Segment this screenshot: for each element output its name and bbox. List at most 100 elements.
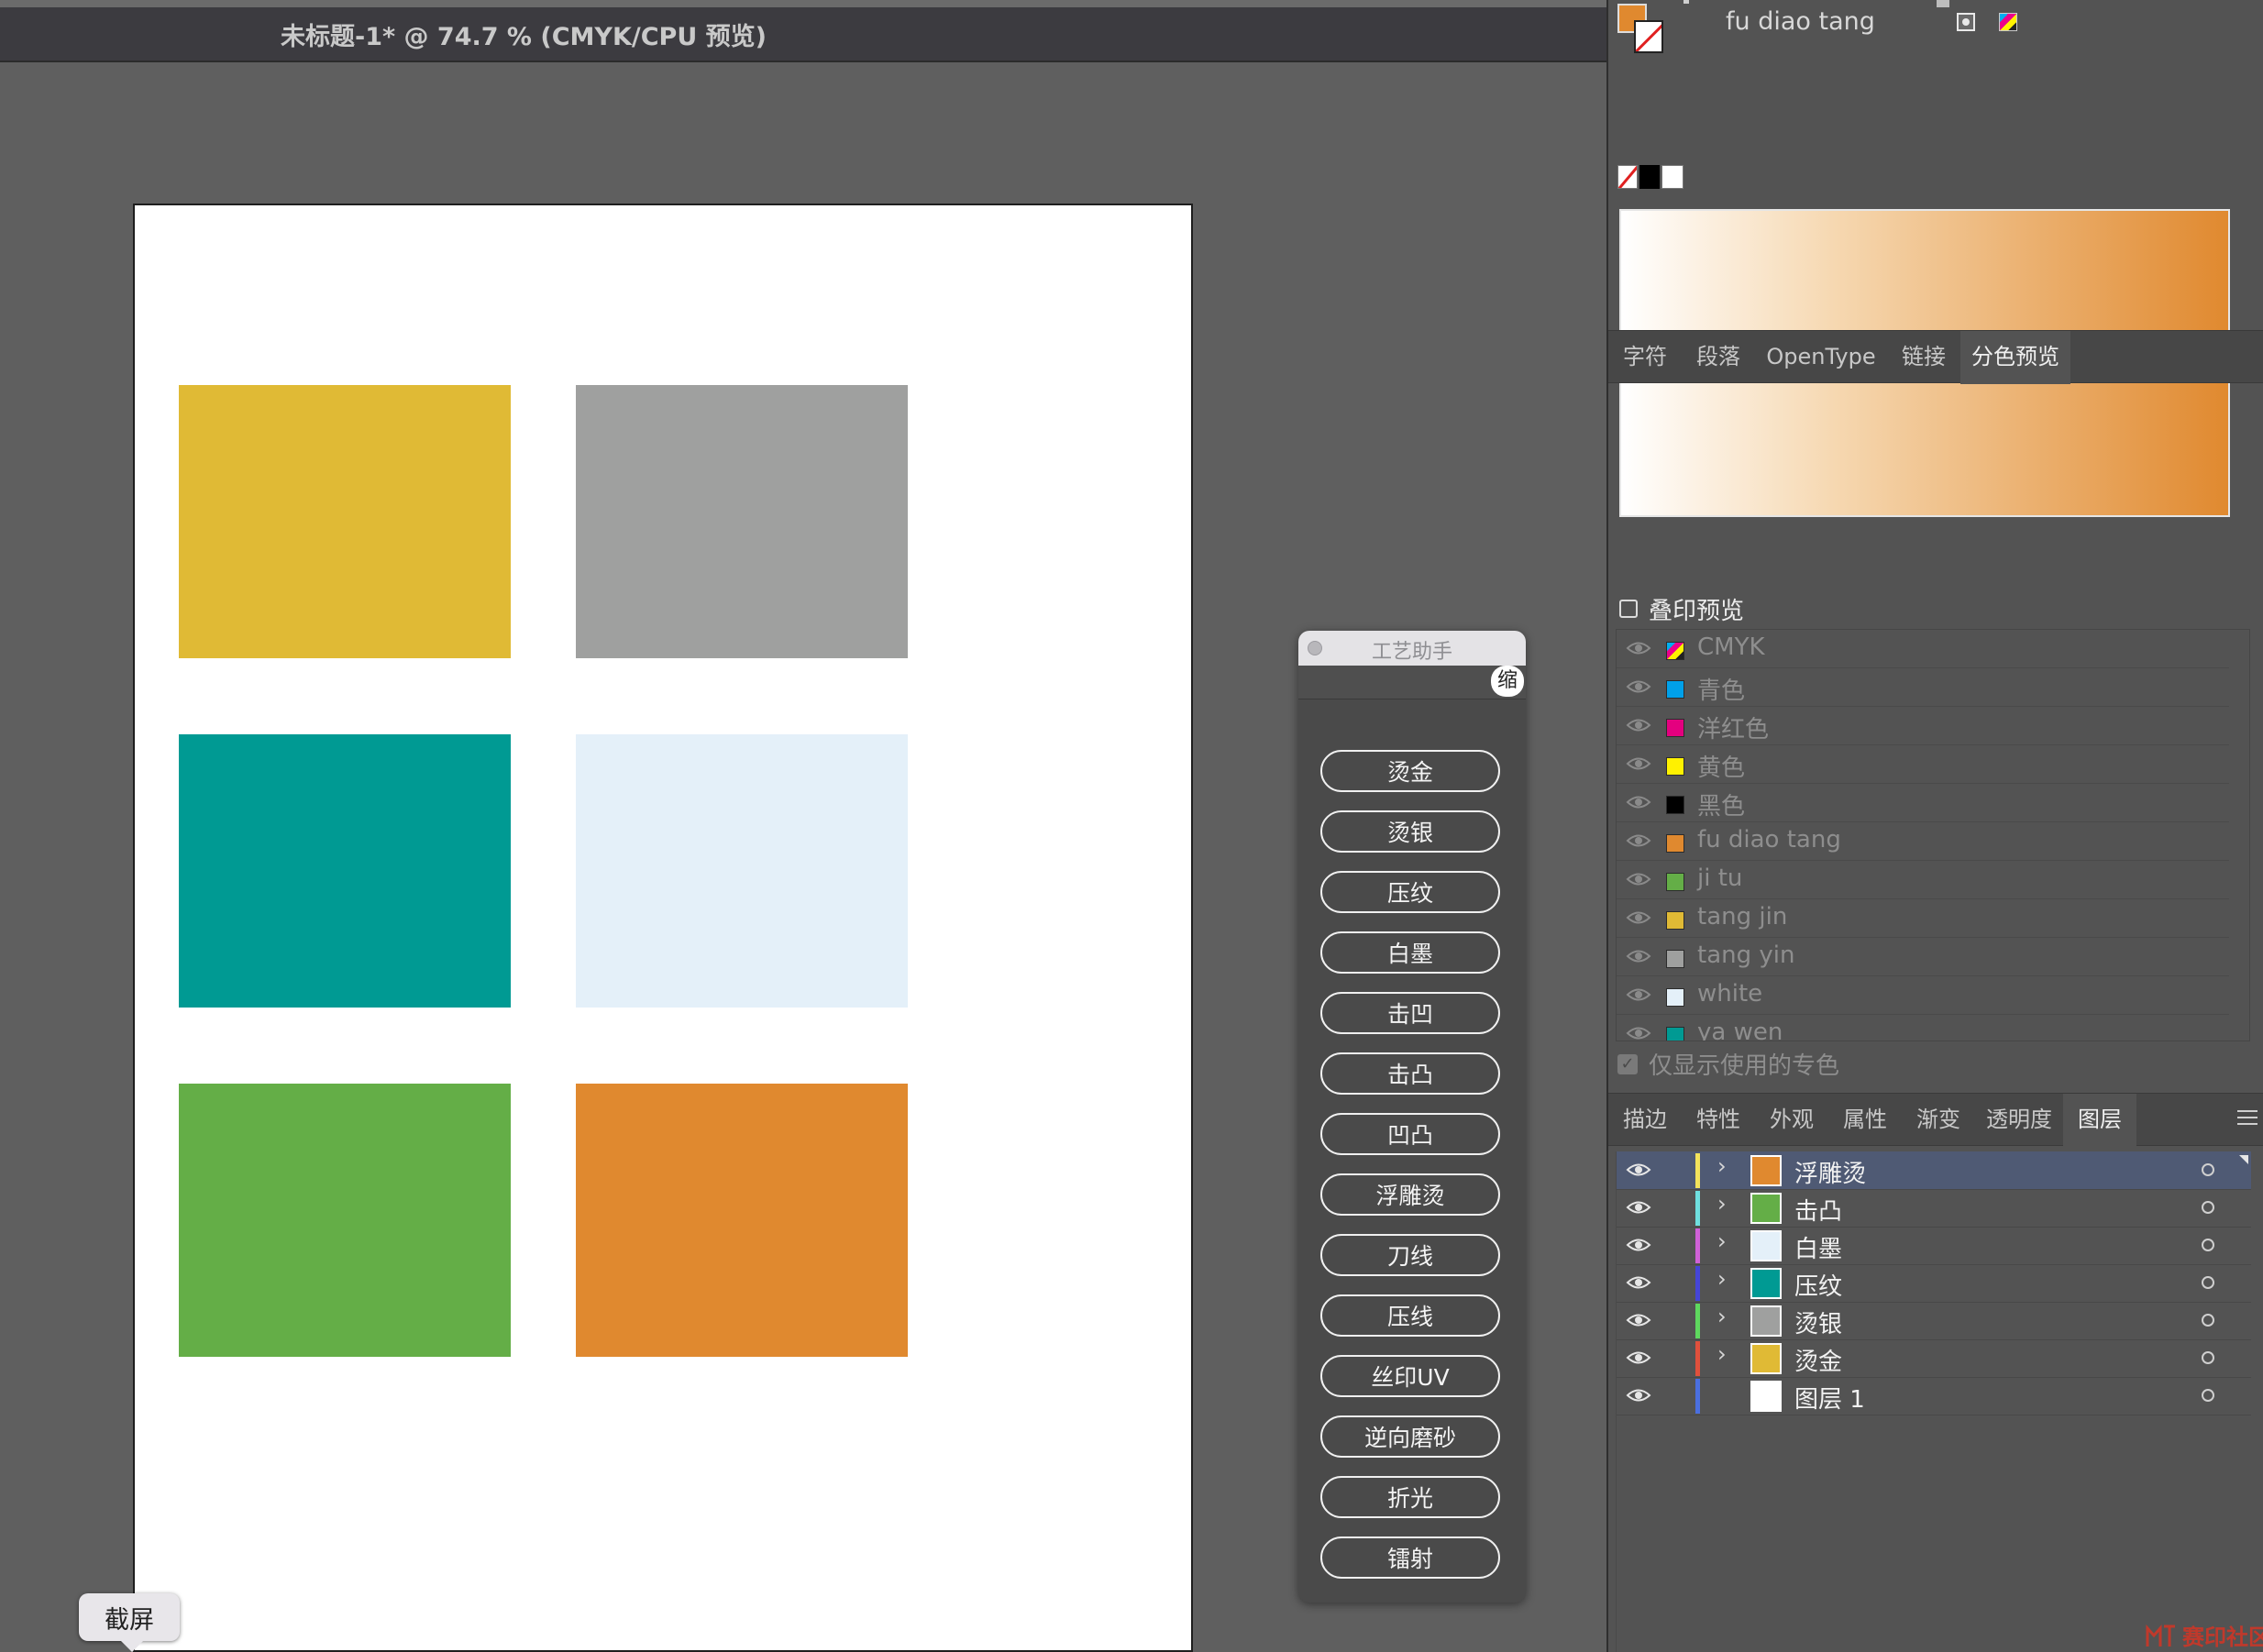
chevron-right-icon[interactable]: › xyxy=(1717,1191,1727,1217)
separation-row[interactable]: 黄色 xyxy=(1617,745,2229,784)
layer-target-icon[interactable] xyxy=(2202,1389,2214,1402)
spot-only-checkbox[interactable]: ✓ xyxy=(1617,1054,1638,1074)
overprint-preview-checkbox[interactable] xyxy=(1619,600,1638,618)
eye-icon[interactable] xyxy=(1626,1236,1651,1254)
chevron-right-icon[interactable]: › xyxy=(1717,1153,1727,1179)
layer-row[interactable]: 图层 1 xyxy=(1617,1377,2251,1415)
separation-row[interactable]: 黑色 xyxy=(1617,784,2229,822)
eye-icon[interactable] xyxy=(1626,1386,1651,1404)
stroke-none-chip[interactable] xyxy=(1634,20,1663,53)
layer-target-icon[interactable] xyxy=(2202,1276,2214,1289)
spot-color-icon[interactable] xyxy=(1957,13,1975,31)
separation-row[interactable]: tang jin xyxy=(1617,899,2229,938)
separation-row[interactable]: white xyxy=(1617,976,2229,1015)
swatch-rect-white[interactable] xyxy=(576,734,908,1008)
tab-type_tabs-4[interactable]: 分色预览 xyxy=(1960,331,2070,384)
layer-target-icon[interactable] xyxy=(2202,1163,2214,1176)
craft-button[interactable]: 击凸 xyxy=(1320,1052,1500,1095)
layer-row[interactable]: › 击凸 xyxy=(1617,1189,2251,1228)
swatch-rect-orange[interactable] xyxy=(576,1084,908,1357)
tab-layer_tabs-4[interactable]: 渐变 xyxy=(1902,1094,1975,1145)
craft-button[interactable]: 白墨 xyxy=(1320,931,1500,974)
tab-type_tabs-1[interactable]: 段落 xyxy=(1682,331,1755,382)
tab-type_tabs-2[interactable]: OpenType xyxy=(1755,331,1887,382)
craft-button[interactable]: 刀线 xyxy=(1320,1234,1500,1276)
layer-name[interactable]: 白墨 xyxy=(1794,1230,1842,1264)
tab-type_tabs-0[interactable]: 字符 xyxy=(1608,331,1682,382)
layer-name[interactable]: 图层 1 xyxy=(1794,1381,1865,1415)
craft-button[interactable]: 折光 xyxy=(1320,1476,1500,1518)
tab-layer_tabs-0[interactable]: 描边 xyxy=(1608,1094,1682,1145)
eye-icon[interactable] xyxy=(1626,870,1651,888)
chevron-right-icon[interactable]: › xyxy=(1717,1228,1727,1254)
craft-button[interactable]: 浮雕烫 xyxy=(1320,1173,1500,1216)
eye-icon[interactable] xyxy=(1626,1161,1651,1179)
layer-row[interactable]: › 白墨 xyxy=(1617,1227,2251,1265)
eye-icon[interactable] xyxy=(1626,1311,1651,1329)
panel-menu-icon[interactable] xyxy=(2237,1110,2257,1127)
eye-icon[interactable] xyxy=(1626,947,1651,965)
layer-row[interactable]: › 烫银 xyxy=(1617,1302,2251,1340)
layer-target-icon[interactable] xyxy=(2202,1239,2214,1251)
eye-icon[interactable] xyxy=(1626,716,1651,734)
separation-row[interactable]: fu diao tang xyxy=(1617,822,2229,861)
eye-icon[interactable] xyxy=(1626,1349,1651,1367)
eye-icon[interactable] xyxy=(1626,677,1651,696)
swatch-rect-teal[interactable] xyxy=(179,734,511,1008)
minimize-button[interactable]: 缩小 xyxy=(1491,666,1524,697)
layer-target-icon[interactable] xyxy=(2202,1201,2214,1214)
separation-row[interactable]: 青色 xyxy=(1617,668,2229,707)
craft-button[interactable]: 镭射 xyxy=(1320,1536,1500,1579)
tab-layer_tabs-5[interactable]: 透明度 xyxy=(1975,1094,2063,1145)
white-color-chip[interactable] xyxy=(1661,165,1683,189)
separation-row[interactable]: CMYK xyxy=(1617,630,2229,668)
layer-target-icon[interactable] xyxy=(2202,1351,2214,1364)
eye-icon[interactable] xyxy=(1626,1198,1651,1217)
layer-row[interactable]: › 烫金 xyxy=(1617,1339,2251,1378)
craft-button[interactable]: 烫金 xyxy=(1320,750,1500,792)
eye-icon[interactable] xyxy=(1626,986,1651,1004)
tab-layer_tabs-1[interactable]: 特性 xyxy=(1682,1094,1755,1145)
layer-name[interactable]: 浮雕烫 xyxy=(1794,1155,1866,1189)
artboard[interactable] xyxy=(133,204,1193,1652)
craft-button[interactable]: 逆向磨砂 xyxy=(1320,1415,1500,1458)
eye-icon[interactable] xyxy=(1626,754,1651,773)
chevron-right-icon[interactable]: › xyxy=(1717,1341,1727,1367)
black-color-chip[interactable] xyxy=(1639,165,1660,189)
craft-button[interactable]: 击凹 xyxy=(1320,992,1500,1034)
craft-panel-titlebar[interactable]: 工艺助手 xyxy=(1298,631,1526,666)
tab-type_tabs-3[interactable]: 链接 xyxy=(1887,331,1960,382)
layer-name[interactable]: 烫金 xyxy=(1794,1343,1842,1377)
eye-icon[interactable] xyxy=(1626,1273,1651,1292)
swatch-rect-gold[interactable] xyxy=(179,385,511,658)
chevron-right-icon[interactable]: › xyxy=(1717,1266,1727,1292)
separation-row[interactable]: tang yin xyxy=(1617,938,2229,976)
chevron-right-icon[interactable]: › xyxy=(1717,1304,1727,1329)
screenshot-tooltip[interactable]: 截屏 xyxy=(79,1593,180,1652)
separation-row[interactable]: ya wen xyxy=(1617,1015,2229,1041)
eye-icon[interactable] xyxy=(1626,832,1651,850)
document-tab-title[interactable]: 未标题-1* @ 74.7 % (CMYK/CPU 预览) xyxy=(281,17,767,52)
separation-row[interactable]: ji tu xyxy=(1617,861,2229,899)
craft-button[interactable]: 压纹 xyxy=(1320,871,1500,913)
craft-button[interactable]: 烫银 xyxy=(1320,810,1500,853)
craft-button[interactable]: 压线 xyxy=(1320,1294,1500,1337)
none-color-chip[interactable] xyxy=(1617,165,1638,189)
swatch-rect-silver[interactable] xyxy=(576,385,908,658)
tab-layer_tabs-6[interactable]: 图层 xyxy=(2063,1094,2136,1147)
separation-row[interactable]: 洋红色 xyxy=(1617,707,2229,745)
layer-row[interactable]: › 压纹 xyxy=(1617,1264,2251,1303)
craft-button[interactable]: 丝印UV xyxy=(1320,1355,1500,1397)
eye-icon[interactable] xyxy=(1626,793,1651,811)
eye-icon[interactable] xyxy=(1626,909,1651,927)
layer-name[interactable]: 烫银 xyxy=(1794,1305,1842,1339)
craft-button[interactable]: 凹凸 xyxy=(1320,1113,1500,1155)
tab-layer_tabs-2[interactable]: 外观 xyxy=(1755,1094,1828,1145)
eye-icon[interactable] xyxy=(1626,639,1651,657)
layer-name[interactable]: 击凸 xyxy=(1794,1193,1842,1227)
swatch-rect-green[interactable] xyxy=(179,1084,511,1357)
eye-icon[interactable] xyxy=(1626,1024,1651,1041)
layer-target-icon[interactable] xyxy=(2202,1314,2214,1327)
cmyk-mode-icon[interactable] xyxy=(1999,13,2017,31)
layer-name[interactable]: 压纹 xyxy=(1794,1268,1842,1302)
